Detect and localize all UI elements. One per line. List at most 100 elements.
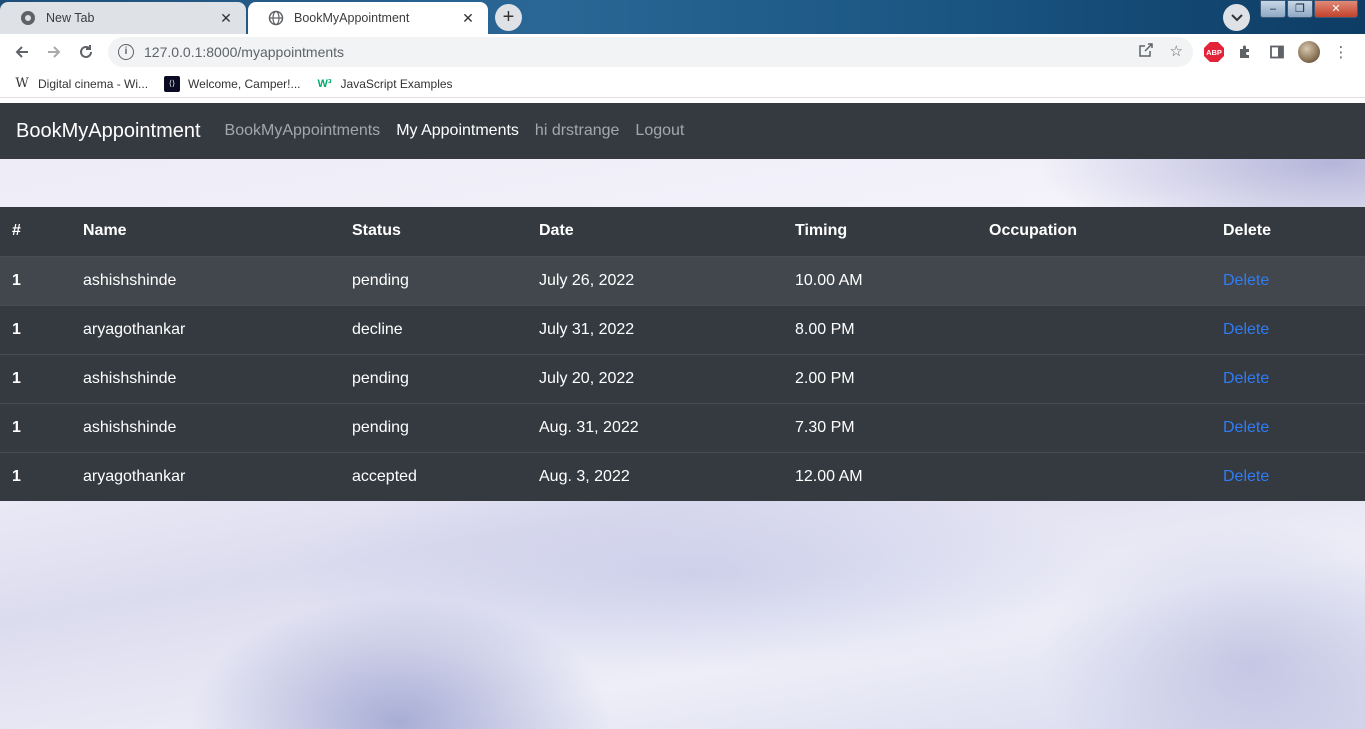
window-close-button[interactable]: ✕ bbox=[1314, 0, 1358, 18]
cell-timing: 7.30 PM bbox=[783, 402, 977, 452]
column-header-name: Name bbox=[71, 207, 340, 257]
avatar[interactable] bbox=[1298, 41, 1320, 63]
appointments-table: # Name Status Date Timing Occupation Del… bbox=[0, 207, 1365, 501]
nav-link-logout[interactable]: Logout bbox=[635, 122, 684, 140]
bookmark-w3schools[interactable]: W³ JavaScript Examples bbox=[317, 76, 453, 92]
delete-link[interactable]: Delete bbox=[1223, 370, 1269, 387]
tab-new-tab[interactable]: New Tab ✕ bbox=[0, 2, 246, 34]
column-header-date: Date bbox=[527, 207, 783, 257]
tab-search-button[interactable] bbox=[1223, 4, 1250, 31]
column-header-delete: Delete bbox=[1211, 207, 1365, 257]
delete-link[interactable]: Delete bbox=[1223, 321, 1269, 338]
w3schools-icon: W³ bbox=[317, 77, 332, 90]
bookmarks-bar: W Digital cinema - Wi... ⟨⟩ Welcome, Cam… bbox=[0, 70, 1365, 98]
close-icon[interactable]: ✕ bbox=[218, 10, 234, 27]
tab-title: BookMyAppointment bbox=[294, 11, 410, 25]
cell-date: July 26, 2022 bbox=[527, 255, 783, 305]
browser-toolbar: i 127.0.0.1:8000/myappointments ☆ ABP ⋮ bbox=[0, 34, 1365, 70]
bookmark-label: Digital cinema - Wi... bbox=[38, 76, 149, 91]
cell-delete: Delete bbox=[1211, 402, 1365, 452]
table-row: 1 aryagothankar decline July 31, 2022 8.… bbox=[0, 304, 1365, 354]
bookmark-freecodecamp[interactable]: ⟨⟩ Welcome, Camper!... bbox=[164, 75, 301, 92]
cell-timing: 8.00 PM bbox=[783, 304, 977, 354]
maximize-button[interactable]: ❐ bbox=[1287, 0, 1313, 18]
freecodecamp-icon: ⟨⟩ bbox=[164, 75, 181, 92]
cell-number: 1 bbox=[0, 255, 71, 305]
menu-kebab-icon[interactable]: ⋮ bbox=[1330, 41, 1352, 63]
cell-occupation bbox=[977, 304, 1211, 354]
delete-link[interactable]: Delete bbox=[1223, 468, 1269, 485]
tab-title: New Tab bbox=[46, 11, 95, 25]
chrome-icon bbox=[20, 10, 36, 26]
cell-status: pending bbox=[340, 402, 527, 452]
cell-occupation bbox=[977, 353, 1211, 403]
window-controls: – ❐ ✕ bbox=[1260, 0, 1359, 18]
cell-date: July 20, 2022 bbox=[527, 353, 783, 403]
cell-status: decline bbox=[340, 304, 527, 354]
cell-date: Aug. 31, 2022 bbox=[527, 402, 783, 452]
cell-status: pending bbox=[340, 255, 527, 305]
site-navbar: BookMyAppointment BookMyAppointments My … bbox=[0, 103, 1365, 159]
cell-status: pending bbox=[340, 353, 527, 403]
adblock-plus-icon[interactable]: ABP bbox=[1204, 42, 1224, 62]
star-icon[interactable]: ☆ bbox=[1170, 42, 1183, 62]
column-header-timing: Timing bbox=[783, 207, 977, 257]
table-row: 1 ashishshinde pending July 26, 2022 10.… bbox=[0, 255, 1365, 305]
cell-name: ashishshinde bbox=[71, 353, 340, 403]
table-row: 1 ashishshinde pending Aug. 31, 2022 7.3… bbox=[0, 402, 1365, 452]
cell-occupation bbox=[977, 402, 1211, 452]
cell-delete: Delete bbox=[1211, 451, 1365, 501]
share-icon[interactable] bbox=[1138, 42, 1154, 62]
url-text: 127.0.0.1:8000/myappointments bbox=[144, 44, 345, 60]
globe-icon bbox=[268, 10, 284, 26]
cell-occupation bbox=[977, 255, 1211, 305]
extensions-area: ABP ⋮ bbox=[1204, 34, 1352, 70]
cell-name: ashishshinde bbox=[71, 402, 340, 452]
cell-timing: 2.00 PM bbox=[783, 353, 977, 403]
table-row: 1 aryagothankar accepted Aug. 3, 2022 12… bbox=[0, 451, 1365, 501]
cell-delete: Delete bbox=[1211, 304, 1365, 354]
cell-name: ashishshinde bbox=[71, 255, 340, 305]
forward-icon[interactable] bbox=[38, 36, 70, 68]
cell-status: accepted bbox=[340, 451, 527, 501]
table-header: # Name Status Date Timing Occupation Del… bbox=[0, 207, 1365, 257]
info-icon[interactable]: i bbox=[118, 44, 134, 60]
cell-date: Aug. 3, 2022 bbox=[527, 451, 783, 501]
cell-delete: Delete bbox=[1211, 255, 1365, 305]
delete-link[interactable]: Delete bbox=[1223, 272, 1269, 289]
column-header-status: Status bbox=[340, 207, 527, 257]
nav-link-bookmyappointments[interactable]: BookMyAppointments bbox=[225, 122, 381, 140]
page-background: BookMyAppointment BookMyAppointments My … bbox=[0, 103, 1365, 729]
bookmark-label: Welcome, Camper!... bbox=[188, 76, 301, 91]
bookmark-label: JavaScript Examples bbox=[340, 76, 453, 91]
delete-link[interactable]: Delete bbox=[1223, 419, 1269, 436]
puzzle-icon[interactable] bbox=[1234, 41, 1256, 63]
navbar-brand[interactable]: BookMyAppointment bbox=[16, 120, 201, 143]
back-icon[interactable] bbox=[6, 36, 38, 68]
nav-link-my-appointments[interactable]: My Appointments bbox=[396, 122, 519, 140]
nav-link-user-greeting[interactable]: hi drstrange bbox=[535, 122, 620, 140]
minimize-button[interactable]: – bbox=[1260, 0, 1286, 18]
new-tab-button[interactable]: + bbox=[495, 4, 522, 31]
cell-delete: Delete bbox=[1211, 353, 1365, 403]
cell-name: aryagothankar bbox=[71, 451, 340, 501]
cell-date: July 31, 2022 bbox=[527, 304, 783, 354]
side-panel-icon[interactable] bbox=[1266, 41, 1288, 63]
cell-number: 1 bbox=[0, 304, 71, 354]
cell-number: 1 bbox=[0, 353, 71, 403]
chevron-down-icon bbox=[1230, 9, 1243, 27]
reload-icon[interactable] bbox=[70, 36, 102, 68]
bookmark-wikipedia[interactable]: W Digital cinema - Wi... bbox=[14, 76, 148, 92]
close-icon[interactable]: ✕ bbox=[460, 10, 476, 27]
column-header-occupation: Occupation bbox=[977, 207, 1211, 257]
cell-timing: 10.00 AM bbox=[783, 255, 977, 305]
column-header-number: # bbox=[0, 207, 71, 257]
tab-bookmyappointment[interactable]: BookMyAppointment ✕ bbox=[248, 2, 488, 34]
cell-name: aryagothankar bbox=[71, 304, 340, 354]
wikipedia-icon: W bbox=[15, 76, 29, 91]
cell-timing: 12.00 AM bbox=[783, 451, 977, 501]
tab-strip: New Tab ✕ BookMyAppointment ✕ + – ❐ ✕ bbox=[0, 0, 1365, 34]
cell-occupation bbox=[977, 451, 1211, 501]
table-row: 1 ashishshinde pending July 20, 2022 2.0… bbox=[0, 353, 1365, 403]
address-bar[interactable]: i 127.0.0.1:8000/myappointments ☆ bbox=[108, 37, 1193, 67]
